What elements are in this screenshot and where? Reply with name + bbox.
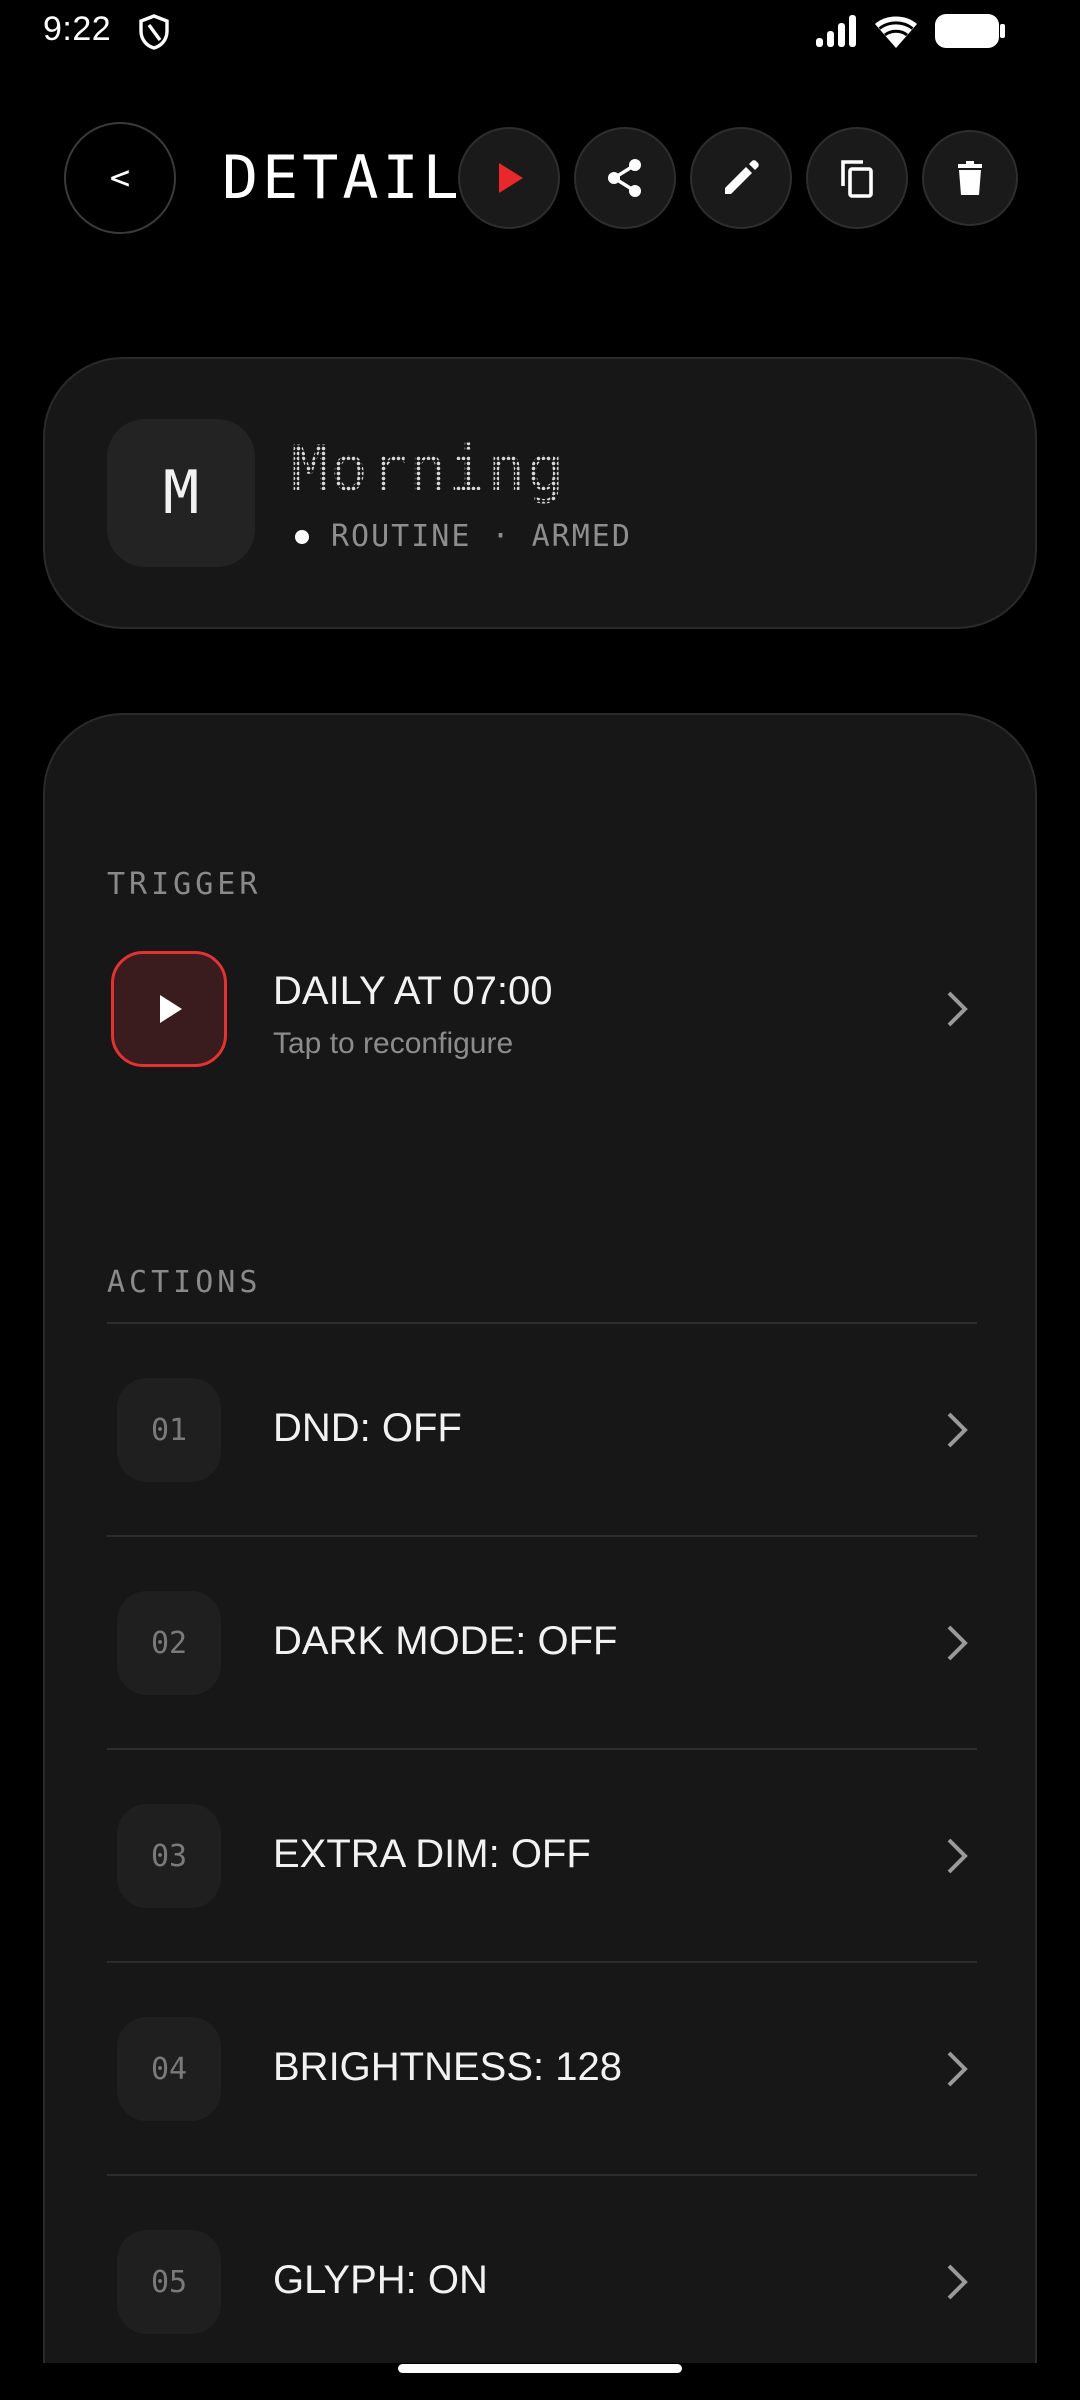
trash-icon bbox=[958, 161, 982, 195]
routine-detail-panel: TRIGGER DAILY AT 07:00 Tap to reconfigur… bbox=[43, 713, 1037, 2363]
action-row[interactable]: 05 GLYPH: ON bbox=[45, 2176, 1035, 2363]
action-label: DND: OFF bbox=[273, 1406, 462, 1450]
action-label: BRIGHTNESS: 128 bbox=[273, 2045, 623, 2089]
shield-icon bbox=[139, 14, 169, 50]
play-icon bbox=[499, 163, 523, 193]
battery-icon bbox=[935, 14, 1005, 48]
trigger-row[interactable]: DAILY AT 07:00 Tap to reconfigure bbox=[45, 947, 1035, 1097]
action-row[interactable]: 01 DND: OFF bbox=[45, 1324, 1035, 1537]
status-bar: 9:22 bbox=[0, 0, 1080, 64]
share-button[interactable] bbox=[574, 127, 676, 229]
chevron-right-icon bbox=[947, 1625, 968, 1661]
action-label: EXTRA DIM: OFF bbox=[273, 1832, 591, 1876]
trigger-icon-tile bbox=[111, 951, 227, 1067]
trigger-title: DAILY AT 07:00 bbox=[273, 969, 553, 1013]
run-button[interactable] bbox=[458, 127, 560, 229]
action-number: 03 bbox=[117, 1804, 221, 1908]
edit-button[interactable] bbox=[690, 127, 792, 229]
chevron-right-icon bbox=[947, 2051, 968, 2087]
home-indicator[interactable] bbox=[398, 2364, 682, 2373]
pencil-icon bbox=[725, 160, 759, 194]
duplicate-button[interactable] bbox=[806, 127, 908, 229]
play-icon bbox=[160, 995, 182, 1023]
page-title: DETAIL bbox=[222, 143, 463, 213]
action-row[interactable]: 03 EXTRA DIM: OFF bbox=[45, 1750, 1035, 1963]
trigger-section-label: TRIGGER bbox=[107, 867, 262, 902]
routine-name: Morning bbox=[291, 432, 567, 505]
action-number: 01 bbox=[117, 1378, 221, 1482]
action-row[interactable]: 04 BRIGHTNESS: 128 bbox=[45, 1963, 1035, 2176]
wifi-icon bbox=[875, 16, 917, 48]
signal-icon bbox=[816, 15, 856, 47]
action-label: DARK MODE: OFF bbox=[273, 1619, 618, 1663]
back-button[interactable]: < bbox=[64, 122, 176, 234]
share-icon bbox=[608, 159, 641, 197]
chevron-right-icon bbox=[947, 991, 968, 1027]
routine-status-text: ROUTINE · ARMED bbox=[331, 519, 632, 554]
routine-card: M Morning ROUTINE · ARMED bbox=[43, 357, 1037, 629]
action-label: GLYPH: ON bbox=[273, 2258, 488, 2302]
routine-avatar: M bbox=[107, 419, 255, 567]
action-number: 02 bbox=[117, 1591, 221, 1695]
back-label: < bbox=[109, 158, 131, 198]
routine-status: ROUTINE · ARMED bbox=[295, 519, 632, 554]
action-number: 05 bbox=[117, 2230, 221, 2334]
actions-section-label: ACTIONS bbox=[107, 1265, 262, 1300]
copy-icon bbox=[841, 160, 873, 198]
chevron-right-icon bbox=[947, 1838, 968, 1874]
chevron-right-icon bbox=[947, 1412, 968, 1448]
chevron-right-icon bbox=[947, 2264, 968, 2300]
action-row[interactable]: 02 DARK MODE: OFF bbox=[45, 1537, 1035, 1750]
trigger-subtitle: Tap to reconfigure bbox=[273, 1027, 514, 1060]
action-number: 04 bbox=[117, 2017, 221, 2121]
delete-button[interactable] bbox=[922, 130, 1018, 226]
status-time: 9:22 bbox=[43, 10, 112, 48]
status-dot-icon bbox=[295, 529, 309, 544]
